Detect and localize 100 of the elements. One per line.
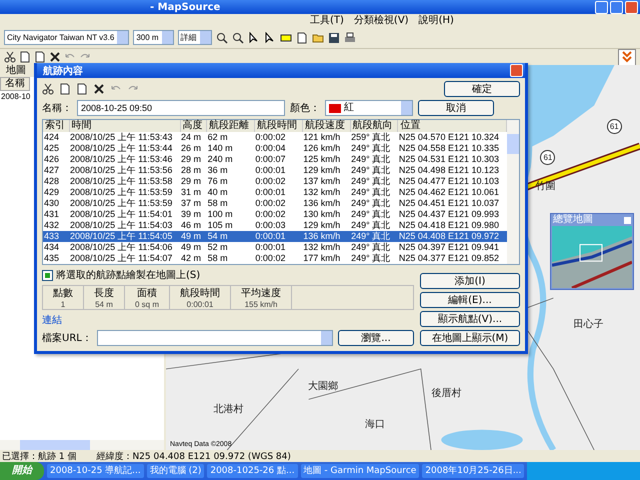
- table-cell-text: 2008/10/25 上午 11:54:01: [69, 209, 174, 220]
- table-cell-text: N25 04.498 E121 10.123: [398, 165, 500, 176]
- table-cell: 432: [43, 220, 70, 231]
- table-cell-text: 249° 真北: [350, 154, 392, 165]
- stat-value: 155 km/h: [244, 300, 278, 309]
- table-cell-text: 0:00:02: [254, 198, 286, 209]
- stat-value: 0 sq m: [135, 300, 160, 309]
- table-cell-text: 125 km/h: [302, 154, 342, 165]
- table-cell-text: 430: [43, 198, 60, 209]
- table-cell: 49 m: [180, 231, 207, 242]
- table-cell-text: N25 04.377 E121 09.852: [398, 253, 500, 264]
- table-cell-text: 249° 真北: [350, 253, 392, 264]
- table-cell: 132 km/h: [302, 242, 350, 253]
- table-cell-text: 29 m: [180, 176, 202, 187]
- place-label: 北港村: [213, 404, 244, 415]
- table-cell-text: 126 km/h: [302, 143, 342, 154]
- stat-value: 1: [60, 300, 66, 309]
- table-cell-text: 249° 真北: [350, 165, 392, 176]
- table-cell: 49 m: [180, 242, 207, 253]
- place-label: 後厝村: [431, 388, 462, 400]
- table-cell: 62 m: [206, 132, 254, 143]
- table-cell-text: 136 km/h: [302, 198, 342, 209]
- table-cell-text: 129 km/h: [302, 165, 342, 176]
- route-shield: 61: [540, 150, 556, 165]
- table-cell-text: 26 m: [180, 143, 202, 154]
- table-cell: 249° 真北: [350, 220, 398, 231]
- table-cell-text: 0:00:04: [254, 143, 286, 154]
- table-cell: N25 04.570 E121 10.324: [398, 132, 506, 143]
- name-label: 名稱：: [42, 102, 72, 115]
- table-cell-text: 28 m: [180, 165, 202, 176]
- route-shield: 61: [606, 118, 622, 134]
- table-cell-text: 428: [43, 176, 60, 187]
- table-cell: 105 m: [206, 220, 254, 231]
- table-cell-text: 58 m: [206, 198, 229, 209]
- color-label: 顏色：: [290, 102, 320, 115]
- stat-label: 平均速度: [241, 286, 282, 300]
- table-cell: N25 04.418 E121 09.980: [398, 220, 506, 231]
- table-cell: 46 m: [180, 220, 207, 231]
- table-cell-text: 0:00:07: [254, 154, 286, 165]
- table-cell: 136 km/h: [302, 231, 350, 242]
- table-cell-text: 0:00:01: [254, 187, 286, 198]
- table-cell-text: 130 km/h: [302, 209, 342, 220]
- table-cell-text: N25 04.531 E121 10.303: [398, 154, 500, 165]
- status-text: 已選擇：航跡 1 個: [2, 450, 76, 462]
- table-cell-text: 0:00:02: [254, 253, 286, 264]
- stat-label: 面積: [137, 286, 157, 300]
- table-cell: 52 m: [206, 242, 254, 253]
- stat-label: 長度: [94, 286, 114, 300]
- group-label: 連結: [42, 314, 63, 327]
- table-cell-text: 42 m: [180, 253, 202, 264]
- table-cell-text: 58 m: [206, 253, 229, 264]
- table-cell-text: N25 04.437 E121 09.993: [398, 209, 500, 220]
- url-label: 檔案URL：: [42, 332, 92, 345]
- table-cell-text: 2008/10/25 上午 11:54:07: [69, 253, 174, 264]
- stat-label: 航段時間: [180, 286, 220, 300]
- table-cell: 433: [43, 231, 70, 242]
- table-cell: 2008/10/25 上午 11:54:06: [69, 242, 180, 253]
- table-cell-text: 177 km/h: [302, 253, 342, 264]
- table-cell-text: 249° 真北: [350, 143, 392, 154]
- table-cell-text: 2008/10/25 上午 11:53:46: [69, 154, 174, 165]
- table-cell: 0:00:01: [254, 231, 302, 242]
- status-text: 經緯度：N25 04.408 E121 09.972 (WGS 84): [96, 450, 291, 462]
- table-cell-text: 2008/10/25 上午 11:53:59: [69, 198, 174, 209]
- table-cell-text: 240 m: [206, 154, 234, 165]
- stat-value: 0:00:01: [186, 300, 214, 309]
- table-cell: N25 04.397 E121 09.941: [398, 242, 506, 253]
- overview-title: 總覽地圖: [553, 214, 593, 226]
- table-cell-text: 36 m: [206, 165, 229, 176]
- table-cell-text: 39 m: [180, 209, 202, 220]
- table-cell: 249° 真北: [350, 231, 398, 242]
- table-cell-text: 2008/10/25 上午 11:53:58: [69, 176, 174, 187]
- place-label: 田心子: [574, 319, 604, 330]
- table-cell-text: 435: [43, 253, 60, 264]
- table-cell-text: 2008/10/25 上午 11:53:59: [69, 187, 174, 198]
- table-cell: 249° 真北: [350, 242, 398, 253]
- table-cell-text: N25 04.558 E121 10.335: [398, 143, 500, 154]
- table-cell-text: 431: [43, 209, 60, 220]
- table-cell: 0:00:02: [254, 132, 302, 143]
- table-cell-text: 137 km/h: [302, 176, 342, 187]
- table-cell: 2008/10/25 上午 11:53:43: [69, 132, 180, 143]
- table-cell-text: 425: [43, 143, 60, 154]
- table-cell: 259° 真北: [350, 132, 398, 143]
- table-cell-text: 37 m: [180, 198, 202, 209]
- table-cell-text: 2008/10/25 上午 11:53:56: [69, 165, 174, 176]
- table-cell: 24 m: [180, 132, 207, 143]
- table-cell: 0:00:01: [254, 242, 302, 253]
- place-label: 海口: [365, 419, 386, 430]
- table-cell: 434: [43, 242, 70, 253]
- table-cell-text: N25 04.451 E121 10.037: [398, 198, 500, 209]
- table-cell-text: N25 04.462 E121 10.061: [398, 187, 500, 198]
- table-cell-text: 0:00:02: [254, 176, 286, 187]
- table-cell-text: 100 m: [206, 209, 234, 220]
- table-cell-text: N25 04.477 E121 10.103: [398, 176, 500, 187]
- table-cell: 424: [43, 132, 70, 143]
- table-cell-text: 427: [43, 165, 60, 176]
- table-cell: 54 m: [206, 231, 254, 242]
- table-cell-text: 0:00:01: [254, 165, 286, 176]
- table-cell-text: 132 km/h: [302, 187, 342, 198]
- table-cell-text: 29 m: [180, 154, 202, 165]
- table-cell-text: 249° 真北: [350, 176, 392, 187]
